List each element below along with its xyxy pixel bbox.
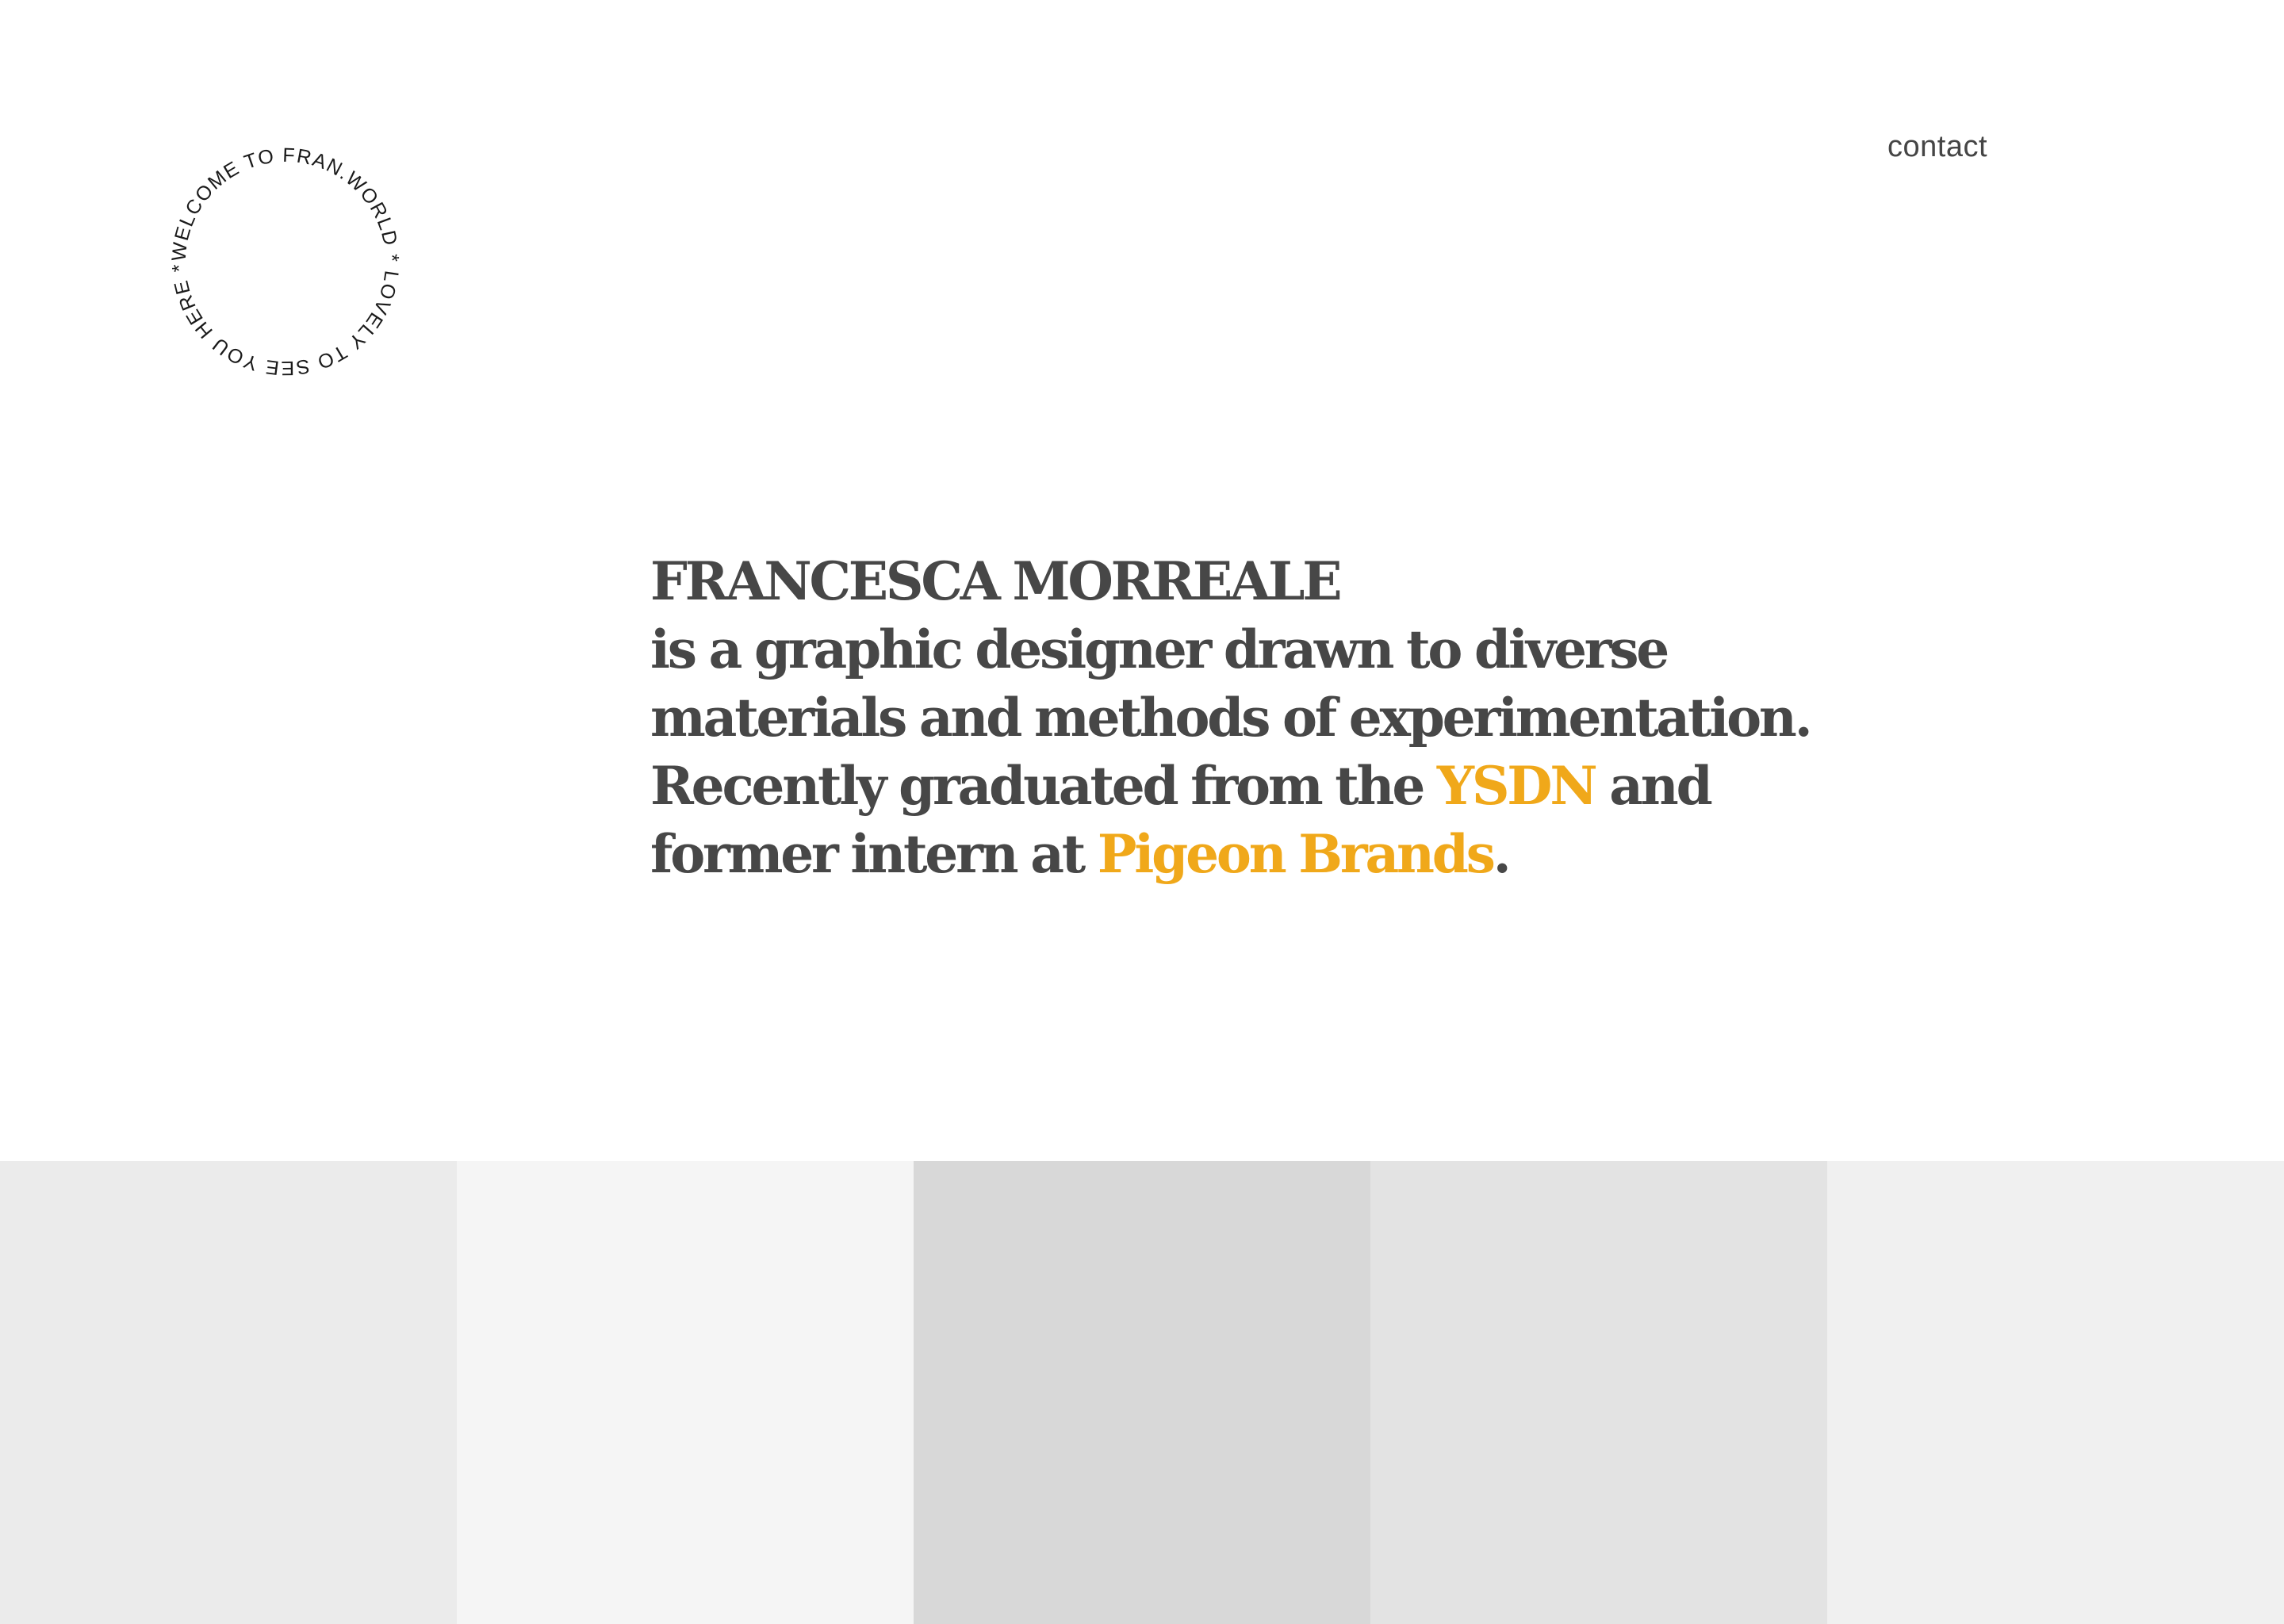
intro-line-4-suffix: and: [1595, 755, 1713, 817]
seal-ring-text: WELCOME TO FRAN.WORLD * LOVELY TO SEE YO…: [167, 144, 403, 379]
project-tile[interactable]: [1370, 1161, 1827, 1624]
project-tile[interactable]: [0, 1161, 457, 1624]
designer-name: FRANCESCA MORREALE: [650, 550, 1343, 612]
intro-statement: FRANCESCA MORREALE is a graphic designer…: [650, 547, 1813, 888]
intro-line-5-prefix: former intern at: [650, 823, 1098, 885]
welcome-seal-logo: WELCOME TO FRAN.WORLD * LOVELY TO SEE YO…: [159, 135, 412, 389]
pigeon-brands-link[interactable]: Pigeon Brands: [1098, 823, 1496, 885]
intro-line-4: Recently graduated from the YSDN and: [650, 752, 1776, 820]
project-gallery: [0, 1161, 2284, 1624]
intro-line-5: former intern at Pigeon Brands.: [650, 820, 1776, 888]
intro-line-3: materials and methods of experimentation…: [650, 687, 1813, 749]
ysdn-link[interactable]: YSDN: [1437, 755, 1598, 817]
intro-line-4-prefix: Recently graduated from the: [650, 755, 1437, 817]
contact-link[interactable]: contact: [1887, 132, 1987, 162]
project-tile[interactable]: [914, 1161, 1370, 1624]
intro-line-5-suffix: .: [1493, 823, 1512, 885]
intro-line-2: is a graphic designer drawn to diverse: [650, 619, 1669, 680]
seal-ring-svg: WELCOME TO FRAN.WORLD * LOVELY TO SEE YO…: [167, 144, 403, 379]
project-tile[interactable]: [1827, 1161, 2284, 1624]
project-tile[interactable]: [457, 1161, 914, 1624]
